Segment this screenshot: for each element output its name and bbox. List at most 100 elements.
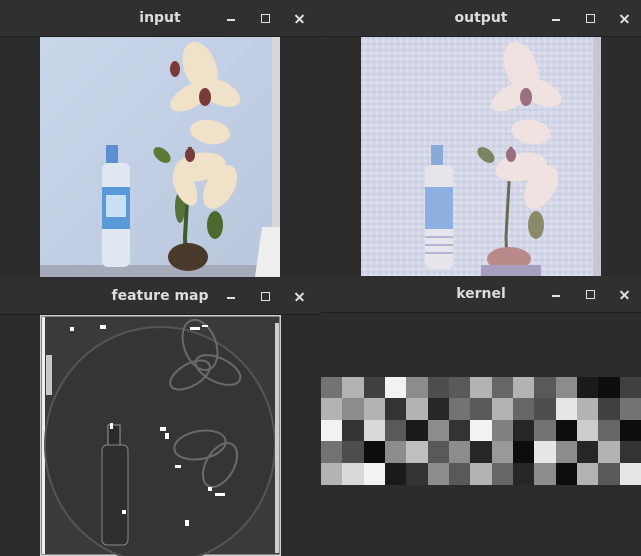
kernel-cell <box>534 419 557 442</box>
kernel-cell <box>577 398 599 421</box>
feature-map-window: feature map <box>0 278 320 556</box>
input-image <box>40 37 280 277</box>
kernel-cell <box>491 419 514 442</box>
kernel-cell <box>321 398 343 421</box>
kernel-cell <box>427 377 450 399</box>
kernel-cell <box>470 398 493 421</box>
kernel-cell <box>363 462 386 485</box>
kernel-cell <box>555 441 578 464</box>
kernel-cell <box>555 398 578 421</box>
kernel-cell <box>577 377 599 399</box>
maximize-button[interactable] <box>248 0 282 36</box>
kernel-cell <box>513 419 535 442</box>
maximize-icon <box>260 13 270 23</box>
kernel-cell <box>619 419 641 442</box>
kernel-cell <box>598 419 621 442</box>
close-button[interactable] <box>282 0 316 36</box>
feature-map-titlebar[interactable]: feature map <box>0 278 320 315</box>
kernel-cell <box>342 398 365 421</box>
kernel-cell <box>363 419 386 442</box>
kernel-cell <box>619 377 641 399</box>
kernel-cell <box>385 462 407 485</box>
kernel-cell <box>619 441 641 464</box>
kernel-cell <box>342 441 365 464</box>
kernel-image <box>321 377 641 485</box>
output-window: output <box>321 0 641 277</box>
kernel-cell <box>534 398 557 421</box>
kernel-cell <box>321 462 343 485</box>
kernel-cell <box>513 377 535 399</box>
kernel-cell <box>363 377 386 399</box>
minimize-button[interactable] <box>539 0 573 36</box>
minimize-icon <box>227 19 235 21</box>
kernel-cell <box>342 377 365 399</box>
kernel-cell <box>513 398 535 421</box>
kernel-cell <box>385 398 407 421</box>
close-icon <box>619 13 629 23</box>
kernel-cell <box>449 441 471 464</box>
maximize-icon <box>585 289 595 299</box>
output-titlebar[interactable]: output <box>321 0 641 37</box>
kernel-window: kernel <box>321 276 641 556</box>
output-image <box>361 37 601 277</box>
kernel-cell <box>449 462 471 485</box>
kernel-cell <box>577 441 599 464</box>
kernel-titlebar[interactable]: kernel <box>321 276 641 313</box>
kernel-cell <box>491 441 514 464</box>
maximize-button[interactable] <box>573 0 607 36</box>
minimize-button[interactable] <box>214 0 248 36</box>
kernel-cell <box>406 377 429 399</box>
kernel-cell <box>577 462 599 485</box>
kernel-cell <box>534 377 557 399</box>
kernel-cell <box>385 377 407 399</box>
kernel-cell <box>385 419 407 442</box>
kernel-cell <box>470 441 493 464</box>
close-icon <box>294 13 304 23</box>
maximize-button[interactable] <box>248 278 282 314</box>
kernel-cell <box>470 377 493 399</box>
kernel-cell <box>555 377 578 399</box>
kernel-cell <box>321 419 343 442</box>
maximize-button[interactable] <box>573 276 607 312</box>
kernel-cell <box>321 441 343 464</box>
maximize-icon <box>585 13 595 23</box>
kernel-cell <box>491 398 514 421</box>
close-button[interactable] <box>282 278 316 314</box>
minimize-icon <box>552 295 560 297</box>
minimize-button[interactable] <box>539 276 573 312</box>
minimize-icon <box>227 297 235 299</box>
kernel-cell <box>342 419 365 442</box>
kernel-cell <box>406 419 429 442</box>
kernel-cell <box>406 441 429 464</box>
kernel-cell <box>619 398 641 421</box>
close-icon <box>619 289 629 299</box>
kernel-cell <box>470 419 493 442</box>
kernel-cell <box>491 462 514 485</box>
kernel-cell <box>385 441 407 464</box>
kernel-cell <box>427 441 450 464</box>
close-button[interactable] <box>607 276 641 312</box>
input-titlebar[interactable]: input <box>0 0 320 37</box>
kernel-cell <box>598 441 621 464</box>
kernel-cell <box>427 419 450 442</box>
kernel-cell <box>449 377 471 399</box>
close-icon <box>294 291 304 301</box>
kernel-cell <box>363 441 386 464</box>
kernel-cell <box>470 462 493 485</box>
kernel-cell <box>406 462 429 485</box>
kernel-cell <box>577 419 599 442</box>
kernel-cell <box>406 398 429 421</box>
kernel-cell <box>427 462 450 485</box>
kernel-cell <box>449 419 471 442</box>
kernel-cell <box>619 462 641 485</box>
kernel-cell <box>321 377 343 399</box>
kernel-cell <box>534 462 557 485</box>
minimize-button[interactable] <box>214 278 248 314</box>
kernel-cell <box>491 377 514 399</box>
kernel-cell <box>363 398 386 421</box>
kernel-cell <box>513 462 535 485</box>
kernel-cell <box>449 398 471 421</box>
input-window: input <box>0 0 320 277</box>
close-button[interactable] <box>607 0 641 36</box>
kernel-cell <box>598 398 621 421</box>
